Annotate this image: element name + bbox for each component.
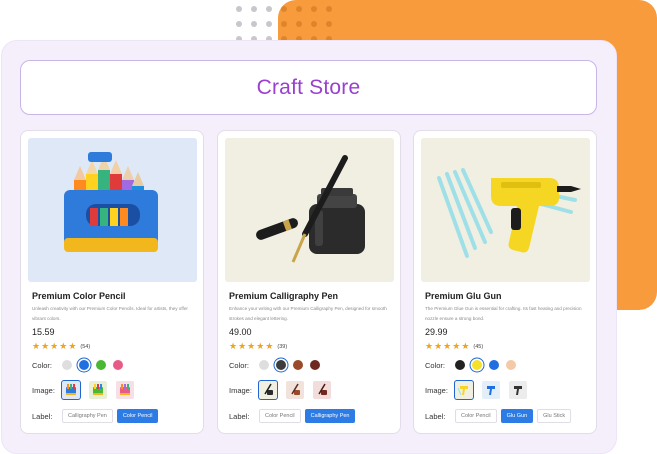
color-swatch-black[interactable] (455, 360, 465, 370)
glue-gun-icon[interactable] (482, 381, 500, 399)
label-selector: Label: Color Pencil Calligraphy Pen (229, 409, 359, 423)
decorative-dot (236, 6, 242, 12)
decorative-dot (281, 21, 287, 27)
product-name[interactable]: Premium Color Pencil (32, 291, 126, 301)
star-icon: ★ (443, 341, 452, 351)
chip-calligraphy-pen[interactable]: Calligraphy Pen (62, 409, 113, 423)
image-selector: Image: (32, 381, 143, 399)
decorative-dot (311, 6, 317, 12)
star-icon: ★ (238, 341, 247, 351)
star-icon: ★ (434, 341, 443, 351)
color-swatch-gray[interactable] (259, 360, 269, 370)
decorative-dot (251, 6, 257, 12)
review-count: (54) (80, 343, 91, 350)
review-count: (39) (277, 343, 288, 350)
product-description: Unleash creativity with our Premium Colo… (32, 306, 188, 321)
product-description: The Premium Glue Gun is essential for cr… (425, 306, 582, 321)
label-label: Label: (32, 411, 53, 421)
glue-gun-icon[interactable] (509, 381, 527, 399)
label-label: Label: (425, 411, 446, 421)
color-swatch-pink[interactable] (113, 360, 123, 370)
image-selector: Image: (425, 381, 536, 399)
product-card-calligraphy-pen[interactable]: Premium Calligraphy Pen Enhance your wri… (217, 130, 401, 434)
color-swatch-green[interactable] (96, 360, 106, 370)
color-swatch-yellow[interactable] (472, 360, 482, 370)
color-selector: Color: (32, 360, 130, 370)
product-price: 29.99 (425, 327, 448, 337)
label-label: Label: (229, 411, 250, 421)
star-icon: ★ (452, 341, 461, 351)
color-label: Color: (32, 360, 53, 370)
product-name[interactable]: Premium Calligraphy Pen (229, 291, 338, 301)
product-card-glue-gun[interactable]: Premium Glu Gun The Premium Glue Gun is … (413, 130, 597, 434)
ink-pen-icon[interactable] (313, 381, 331, 399)
label-selector: Label: Calligraphy Pen Color Pencil (32, 409, 162, 423)
color-swatch-blue[interactable] (489, 360, 499, 370)
product-rating: ★ ★ ★ ★ ★ (39) (229, 342, 287, 351)
chip-calligraphy-pen[interactable]: Calligraphy Pen (304, 409, 356, 423)
decorative-dot (311, 21, 317, 27)
image-label: Image: (32, 385, 55, 395)
app-stage: Craft Store Premium Color Pencil Unleash… (0, 0, 657, 454)
review-count: (45) (473, 343, 484, 350)
star-icon: ★ (59, 341, 68, 351)
star-icon: ★ (461, 341, 470, 351)
pencil-box-icon[interactable] (89, 381, 107, 399)
product-image-calligraphy-pen[interactable] (225, 138, 394, 282)
star-icon: ★ (247, 341, 256, 351)
product-card-color-pencil[interactable]: Premium Color Pencil Unleash creativity … (20, 130, 204, 434)
decorative-dot (236, 21, 242, 27)
decorative-dot (296, 6, 302, 12)
product-rating: ★ ★ ★ ★ ★ (45) (425, 342, 483, 351)
ink-pen-icon[interactable] (259, 381, 277, 399)
image-label: Image: (229, 385, 252, 395)
star-icon: ★ (256, 341, 265, 351)
image-selector: Image: (229, 381, 340, 399)
decorative-dot (296, 21, 302, 27)
color-selector: Color: (425, 360, 523, 370)
chip-color-pencil[interactable]: Color Pencil (259, 409, 301, 423)
store-title: Craft Store (256, 75, 361, 99)
color-swatch-peach[interactable] (506, 360, 516, 370)
color-swatch-brown[interactable] (293, 360, 303, 370)
star-icon: ★ (68, 341, 77, 351)
product-description: Enhance your writing with our Premium Ca… (229, 306, 387, 321)
color-swatch-black[interactable] (276, 360, 286, 370)
product-name[interactable]: Premium Glu Gun (425, 291, 502, 301)
decorative-dot (326, 21, 332, 27)
product-image-glue-gun[interactable] (421, 138, 590, 282)
product-rating: ★ ★ ★ ★ ★ (54) (32, 342, 90, 351)
star-icon: ★ (41, 341, 50, 351)
product-image-color-pencil[interactable] (28, 138, 197, 282)
pencil-box-icon[interactable] (116, 381, 134, 399)
chip-glu-gun[interactable]: Glu Gun (500, 409, 534, 423)
pencil-box-icon[interactable] (62, 381, 80, 399)
decorative-dot (266, 21, 272, 27)
product-price: 15.59 (32, 327, 55, 337)
glue-gun-icon[interactable] (455, 381, 473, 399)
star-icon: ★ (229, 341, 238, 351)
decorative-dot (326, 6, 332, 12)
star-icon: ★ (425, 341, 434, 351)
chip-glu-stick[interactable]: Glu Stick (537, 409, 572, 423)
chip-color-pencil[interactable]: Color Pencil (455, 409, 497, 423)
color-swatch-dark-brown[interactable] (310, 360, 320, 370)
star-icon: ★ (32, 341, 41, 351)
label-selector: Label: Color Pencil Glu Gun Glu Stick (425, 409, 575, 423)
store-header: Craft Store (20, 60, 597, 115)
color-label: Color: (229, 360, 250, 370)
star-icon: ★ (50, 341, 59, 351)
color-selector: Color: (229, 360, 327, 370)
decorative-dot (281, 6, 287, 12)
chip-color-pencil[interactable]: Color Pencil (116, 409, 159, 423)
decorative-dot (266, 6, 272, 12)
star-icon: ★ (265, 341, 274, 351)
product-price: 49.00 (229, 327, 252, 337)
color-swatch-blue[interactable] (79, 360, 89, 370)
image-label: Image: (425, 385, 448, 395)
color-label: Color: (425, 360, 446, 370)
decorative-dot (251, 21, 257, 27)
color-swatch-gray[interactable] (62, 360, 72, 370)
ink-pen-icon[interactable] (286, 381, 304, 399)
